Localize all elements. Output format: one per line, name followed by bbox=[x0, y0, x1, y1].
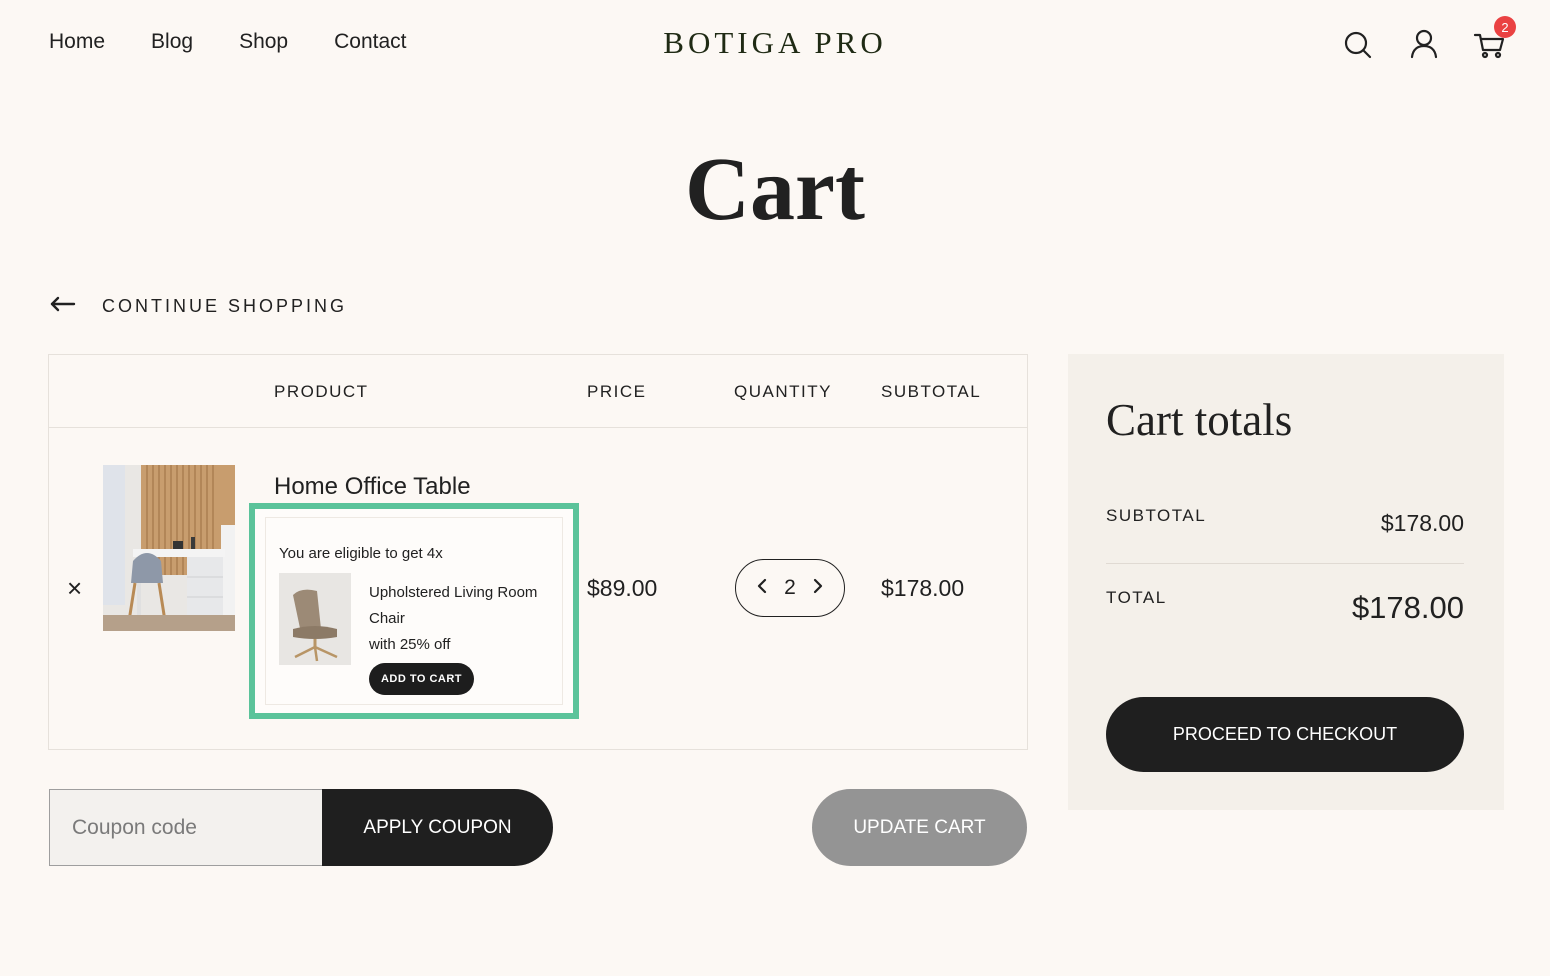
quantity-increase-icon[interactable] bbox=[808, 577, 828, 600]
item-price: $89.00 bbox=[587, 575, 658, 601]
totals-total-label: TOTAL bbox=[1106, 588, 1167, 607]
table-header: PRODUCT PRICE QUANTITY SUBTOTAL bbox=[49, 355, 1027, 428]
nav-home[interactable]: Home bbox=[49, 30, 105, 54]
nav-blog[interactable]: Blog bbox=[151, 30, 193, 54]
item-subtotal: $178.00 bbox=[881, 575, 965, 601]
nav-shop[interactable]: Shop bbox=[239, 30, 288, 54]
upsell-add-to-cart-button[interactable]: ADD TO CART bbox=[369, 663, 474, 695]
header-subtotal: SUBTOTAL bbox=[881, 382, 982, 401]
totals-total-value: $178.00 bbox=[1351, 590, 1464, 625]
header-product: PRODUCT bbox=[274, 382, 369, 401]
totals-divider bbox=[1106, 563, 1464, 564]
main-nav: Home Blog Shop Contact bbox=[49, 30, 406, 54]
upsell-product-text: Upholstered Living Room Chair with 25% o… bbox=[369, 580, 559, 658]
upsell-discount: with 25% off bbox=[369, 636, 451, 653]
page-title: Cart bbox=[685, 140, 865, 239]
search-icon[interactable] bbox=[1340, 26, 1376, 62]
user-icon[interactable] bbox=[1406, 26, 1442, 62]
cart-totals-panel: Cart totals SUBTOTAL $178.00 TOTAL $178.… bbox=[1068, 354, 1504, 810]
arrow-left-icon bbox=[50, 296, 76, 317]
coupon-input[interactable] bbox=[49, 789, 325, 866]
cart-icon[interactable]: 2 bbox=[1472, 16, 1516, 62]
nav-contact[interactable]: Contact bbox=[334, 30, 406, 54]
product-thumbnail[interactable] bbox=[103, 465, 235, 631]
upsell-eligible-text: You are eligible to get 4x bbox=[279, 545, 443, 562]
cart-count-badge: 2 bbox=[1494, 16, 1516, 38]
header-quantity: QUANTITY bbox=[734, 382, 832, 401]
continue-shopping-link[interactable]: CONTINUE SHOPPING bbox=[50, 296, 347, 317]
upsell-offer: You are eligible to get 4x Upholstered L… bbox=[249, 503, 579, 719]
continue-shopping-label: CONTINUE SHOPPING bbox=[102, 296, 348, 316]
quantity-decrease-icon[interactable] bbox=[752, 577, 772, 600]
site-logo[interactable]: BOTIGA PRO bbox=[663, 25, 886, 60]
upsell-product-name: Upholstered Living Room Chair bbox=[369, 584, 538, 627]
totals-subtotal-value: $178.00 bbox=[1380, 510, 1464, 536]
proceed-to-checkout-button[interactable]: PROCEED TO CHECKOUT bbox=[1106, 697, 1464, 772]
totals-subtotal-label: SUBTOTAL bbox=[1106, 506, 1207, 525]
quantity-value[interactable]: 2 bbox=[784, 576, 796, 600]
apply-coupon-button[interactable]: APPLY COUPON bbox=[322, 789, 553, 866]
remove-item-icon[interactable]: × bbox=[67, 575, 82, 601]
upsell-product-image[interactable] bbox=[279, 573, 351, 665]
header-price: PRICE bbox=[587, 382, 647, 401]
product-name-link[interactable]: Home Office Table bbox=[274, 473, 471, 501]
cart-totals-title: Cart totals bbox=[1106, 395, 1293, 445]
cart-table: PRODUCT PRICE QUANTITY SUBTOTAL × Home O… bbox=[48, 354, 1028, 750]
header-icons: 2 bbox=[1340, 16, 1516, 62]
update-cart-button[interactable]: UPDATE CART bbox=[812, 789, 1027, 866]
quantity-stepper: 2 bbox=[735, 559, 845, 617]
